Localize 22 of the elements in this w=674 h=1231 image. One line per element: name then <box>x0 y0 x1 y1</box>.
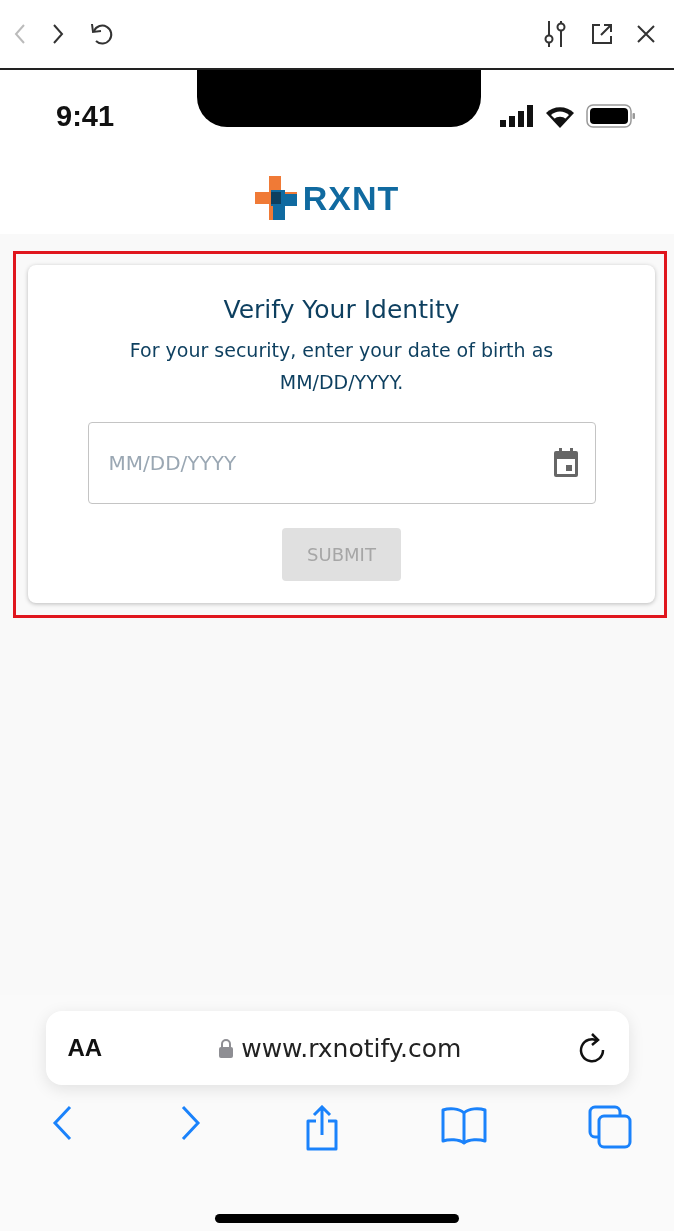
logo-text: RXNT <box>302 178 400 218</box>
url-text: www.rxnotify.com <box>241 1033 462 1063</box>
lock-icon <box>219 1038 234 1058</box>
status-time: 9:41 <box>56 99 115 133</box>
reload-icon[interactable] <box>578 1032 607 1064</box>
date-field[interactable]: MM/DD/YYYY <box>87 422 596 504</box>
address-bar[interactable]: AA www.rxnotify.com <box>45 1011 629 1085</box>
wifi-icon <box>544 104 576 128</box>
text-size-button[interactable]: AA <box>67 1034 103 1062</box>
card-message: For your security, enter your date of birth as MM/DD/YYYY. <box>128 338 555 395</box>
battery-icon <box>586 104 636 128</box>
signal-icon <box>500 105 534 127</box>
share-icon[interactable] <box>304 1105 340 1151</box>
calendar-icon[interactable] <box>552 448 579 478</box>
open-external-icon[interactable] <box>590 22 614 46</box>
close-icon[interactable] <box>636 24 656 44</box>
forward-icon[interactable] <box>50 23 66 45</box>
date-input[interactable]: MM/DD/YYYY <box>108 424 553 502</box>
settings-icon[interactable] <box>542 19 568 49</box>
cross-logo-icon <box>254 176 299 220</box>
tabs-icon[interactable] <box>588 1105 632 1151</box>
card-title: Verify Your Identity <box>223 295 460 324</box>
